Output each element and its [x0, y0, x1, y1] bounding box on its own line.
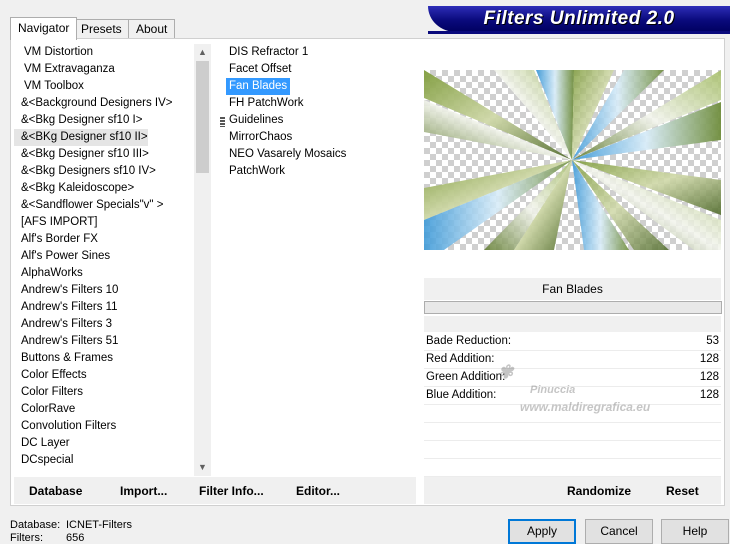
import-button[interactable]: Import...	[120, 484, 167, 498]
category-list-item[interactable]: DCspecial	[14, 452, 73, 469]
status-filters-label: Filters:	[10, 532, 43, 544]
param-row-empty	[424, 459, 721, 477]
param-row-empty	[424, 423, 721, 441]
filter-list-item[interactable]: PatchWork	[226, 163, 288, 180]
status-filters-value: 656	[66, 532, 85, 544]
cancel-button[interactable]: Cancel	[585, 519, 653, 544]
category-list-item[interactable]: VM Extravaganza	[14, 61, 115, 78]
watermark-url: www.maldiregrafica.eu	[520, 400, 651, 414]
filter-list-item[interactable]: Guidelines	[226, 112, 286, 129]
scroll-down-icon[interactable]: ▼	[194, 459, 211, 476]
category-list-item[interactable]: Andrew's Filters 3	[14, 316, 112, 333]
tab-presets[interactable]: Presets	[73, 19, 130, 39]
filter-list-item[interactable]: MirrorChaos	[226, 129, 295, 146]
category-list-item[interactable]: AlphaWorks	[14, 265, 83, 282]
category-list-item[interactable]: Buttons & Frames	[14, 350, 113, 367]
database-button[interactable]: Database	[29, 484, 82, 498]
editor-button[interactable]: Editor...	[296, 484, 340, 498]
category-list-item[interactable]: Color Effects	[14, 367, 87, 384]
filter-info-button[interactable]: Filter Info...	[199, 484, 264, 498]
apply-button[interactable]: Apply	[508, 519, 576, 544]
param-value[interactable]: 128	[700, 351, 719, 368]
tab-navigator[interactable]: Navigator	[10, 17, 78, 40]
param-value[interactable]: 128	[700, 369, 719, 386]
param-value[interactable]: 128	[700, 387, 719, 404]
category-list-item[interactable]: &<BKg Designer sf10 II>	[14, 129, 148, 146]
category-list-item[interactable]: &<Bkg Designers sf10 IV>	[14, 163, 156, 180]
filter-list-item[interactable]: FH PatchWork	[226, 95, 307, 112]
category-list-item[interactable]: [AFS IMPORT]	[14, 214, 97, 231]
status-database-value: ICNET-Filters	[66, 519, 132, 531]
guidelines-marker-icon	[220, 117, 225, 127]
preview-image	[424, 70, 721, 250]
category-list-item[interactable]: DC Layer	[14, 435, 70, 452]
param-row[interactable]: Bade Reduction: 53	[424, 333, 721, 351]
status-database-label: Database:	[10, 519, 61, 531]
category-list-item[interactable]: &<Background Designers IV>	[14, 95, 173, 112]
category-list-item[interactable]: Alf's Border FX	[14, 231, 98, 248]
param-value[interactable]: 53	[706, 333, 719, 350]
param-label: Bade Reduction:	[426, 335, 512, 347]
param-label: Green Addition:	[426, 371, 506, 383]
param-row-empty	[424, 441, 721, 459]
category-list-item[interactable]: &<Bkg Designer sf10 I>	[14, 112, 142, 129]
category-list-item[interactable]: ColorRave	[14, 401, 75, 418]
category-list-item[interactable]: VM Distortion	[14, 44, 93, 61]
category-list-item[interactable]: &<Sandflower Specials"v" >	[14, 197, 163, 214]
category-list-item[interactable]: Andrew's Filters 51	[14, 333, 118, 350]
filter-list-item[interactable]: NEO Vasarely Mosaics	[226, 146, 349, 163]
watermark-logo-icon: ✾	[498, 362, 514, 382]
param-row[interactable]: Red Addition: 128	[424, 351, 721, 369]
category-list-item[interactable]: &<Bkg Kaleidoscope>	[14, 180, 134, 197]
fan-blades-preview	[424, 70, 721, 250]
banner-underline	[428, 31, 730, 34]
filter-list-item[interactable]: Facet Offset	[226, 61, 294, 78]
filter-name-label: Fan Blades	[424, 278, 721, 300]
filter-list[interactable]: DIS Refractor 1 Facet Offset Fan Blades FH …	[218, 44, 416, 476]
category-list-item[interactable]: Color Filters	[14, 384, 83, 401]
category-list[interactable]: VM Distortion VM Extravaganza VM Toolbox &<…	[14, 44, 194, 476]
category-list-item[interactable]: Andrew's Filters 11	[14, 299, 118, 316]
param-panel-separator	[424, 316, 721, 332]
reset-button[interactable]: Reset	[666, 484, 699, 498]
randomize-button[interactable]: Randomize	[567, 484, 631, 498]
filter-list-item[interactable]: Fan Blades	[226, 78, 291, 95]
param-label: Red Addition:	[426, 353, 495, 365]
category-list-item[interactable]: Alf's Power Sines	[14, 248, 110, 265]
scrollbar-thumb[interactable]	[196, 61, 209, 173]
category-list-item[interactable]: &<Bkg Designer sf10 III>	[14, 146, 149, 163]
param-label: Blue Addition:	[426, 389, 497, 401]
help-button[interactable]: Help	[661, 519, 729, 544]
category-list-item[interactable]: Convolution Filters	[14, 418, 116, 435]
scroll-up-icon[interactable]: ▲	[194, 44, 211, 61]
filter-progress-bar	[424, 301, 722, 314]
watermark-name: Pinuccia	[530, 384, 576, 396]
product-banner: Filters Unlimited 2.0	[428, 6, 730, 32]
category-list-item[interactable]: VM Toolbox	[14, 78, 84, 95]
category-list-item[interactable]: Andrew's Filters 10	[14, 282, 118, 299]
tab-about[interactable]: About	[128, 19, 176, 39]
filter-list-item[interactable]: DIS Refractor 1	[226, 44, 311, 61]
